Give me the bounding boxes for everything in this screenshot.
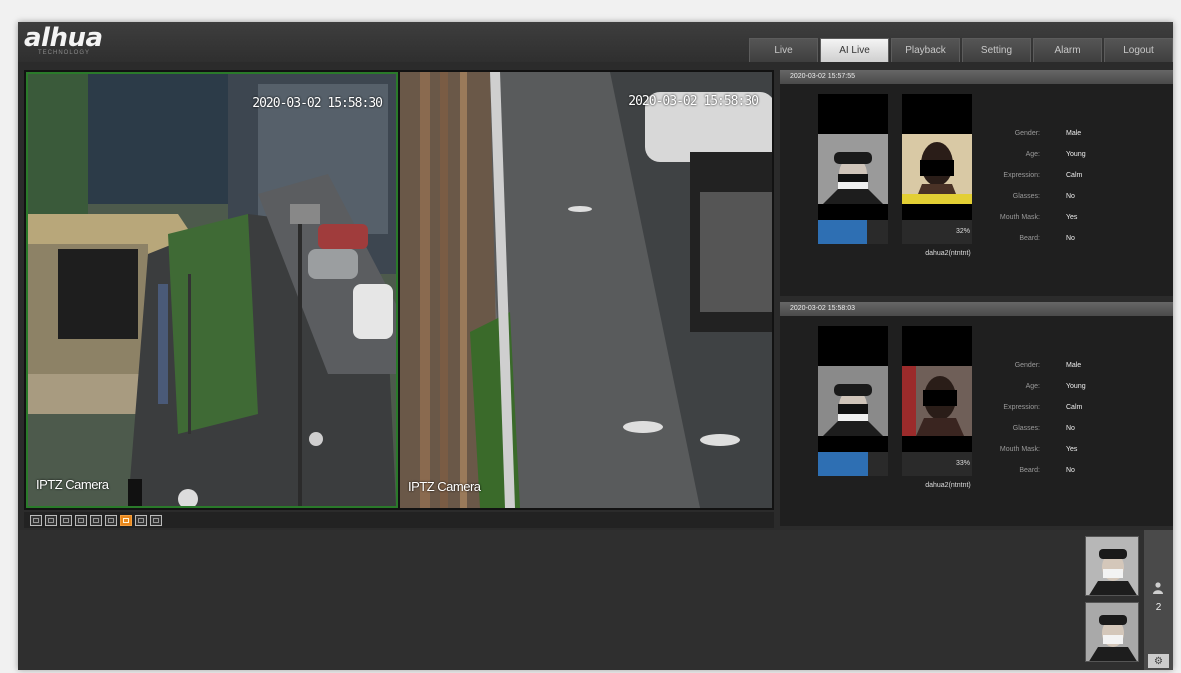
person-icon (1153, 582, 1163, 594)
attr-value-gender: Male (1066, 130, 1082, 137)
attr-label-mouth-mask: Mouth Mask: (999, 214, 1040, 221)
face-event-panel: 2020-03-02 15:57:55 32% dahua2(ntntnt) G… (780, 70, 1173, 296)
attr-value-mouth-mask: Yes (1066, 214, 1078, 221)
attr-value-beard: No (1066, 235, 1075, 242)
attr-value-expression: Calm (1066, 172, 1083, 179)
layout-1-icon[interactable] (90, 514, 102, 526)
face-snapshot-image (1086, 537, 1138, 595)
capture-quality-bar (818, 452, 888, 476)
captured-face[interactable] (818, 94, 888, 222)
attr-label-glasses: Glasses: (1012, 425, 1040, 432)
header: alhua TECHNOLOGY Live AI Live Playback S… (18, 22, 1173, 62)
captured-face[interactable] (818, 326, 888, 454)
attr-label-beard: Beard: (1019, 467, 1040, 474)
camera-name: IPTZ Camera (36, 477, 109, 492)
face-counter-column: 2 ⚙ (1144, 530, 1173, 670)
attr-value-age: Young (1066, 383, 1086, 390)
video-window-1[interactable]: 2020-03-02 15:58:30 IPTZ Camera (26, 72, 398, 508)
face-count: 2 (1155, 602, 1162, 613)
ratio-icon[interactable] (45, 514, 57, 526)
snapshot-strip: 2 ⚙ (18, 530, 1173, 670)
attr-value-glasses: No (1066, 193, 1075, 200)
video-grid: 2020-03-02 15:58:30 IPTZ Camera 2020-03-… (24, 70, 774, 510)
face-library-name: dahua2(ntntnt) (925, 482, 971, 489)
matched-face[interactable] (902, 326, 972, 454)
snapshot-icon[interactable] (60, 514, 72, 526)
attr-label-age: Age: (1025, 151, 1040, 158)
camera-feed-2 (400, 72, 772, 508)
attr-label-glasses: Glasses: (1012, 193, 1040, 200)
layout-4-icon[interactable] (120, 514, 132, 526)
gear-icon: ⚙ (1154, 655, 1163, 667)
tab-logout[interactable]: Logout (1104, 38, 1173, 62)
face-snapshot-thumbnail[interactable] (1085, 602, 1139, 662)
attr-label-mouth-mask: Mouth Mask: (999, 446, 1040, 453)
capture-quality-bar (818, 220, 888, 244)
face-snapshot-image (1086, 603, 1138, 661)
face-library-name: dahua2(ntntnt) (925, 250, 971, 257)
captured-face-image (818, 134, 888, 204)
attr-value-beard: No (1066, 467, 1075, 474)
face-attributes: Gender: Male Age: Young Expression: Calm Gl… (988, 362, 1086, 488)
matched-face[interactable] (902, 94, 972, 222)
attr-label-gender: Gender: (1014, 130, 1040, 137)
face-snapshot-thumbnail[interactable] (1085, 536, 1139, 596)
tab-setting[interactable]: Setting (962, 38, 1031, 62)
settings-button[interactable]: ⚙ (1148, 654, 1169, 668)
attr-label-beard: Beard: (1019, 235, 1040, 242)
tab-live[interactable]: Live (749, 38, 818, 62)
tab-playback[interactable]: Playback (891, 38, 960, 62)
video-window-2[interactable]: 2020-03-02 15:58:30 IPTZ Camera (400, 72, 772, 508)
face-event-panel: 2020-03-02 15:58:03 33% dahua2(ntntnt) G… (780, 302, 1173, 526)
video-timestamp: 2020-03-02 15:58:30 (628, 94, 759, 109)
main-nav: Live AI Live Playback Setting Alarm Logo… (749, 38, 1173, 62)
layout-16-icon[interactable] (150, 514, 162, 526)
attr-label-gender: Gender: (1014, 362, 1040, 369)
event-time: 2020-03-02 15:57:55 (780, 70, 1173, 84)
similarity-value: 32% (955, 228, 970, 235)
app-window: alhua TECHNOLOGY Live AI Live Playback S… (18, 22, 1173, 670)
attr-value-expression: Calm (1066, 404, 1083, 411)
attr-label-expression: Expression: (1003, 172, 1040, 179)
layout-9-icon[interactable] (135, 514, 147, 526)
matched-face-image (902, 366, 972, 436)
fullscreen-icon[interactable] (30, 514, 42, 526)
matched-face-image (902, 134, 972, 204)
face-attributes: Gender: Male Age: Young Expression: Calm Gl… (988, 130, 1086, 256)
tab-ai-live[interactable]: AI Live (820, 38, 889, 62)
similarity-value: 33% (955, 460, 970, 467)
event-time: 2020-03-02 15:58:03 (780, 302, 1173, 316)
captured-face-image (818, 366, 888, 436)
attr-label-age: Age: (1025, 383, 1040, 390)
brand-logo: alhua (24, 23, 103, 53)
video-timestamp: 2020-03-02 15:58:30 (252, 96, 383, 111)
record-icon[interactable] (75, 514, 87, 526)
attr-label-expression: Expression: (1003, 404, 1040, 411)
tab-alarm[interactable]: Alarm (1033, 38, 1102, 62)
attr-value-gender: Male (1066, 362, 1082, 369)
camera-feed-1 (28, 74, 396, 506)
brand-tagline: TECHNOLOGY (38, 50, 91, 56)
attr-value-age: Young (1066, 151, 1086, 158)
camera-name: IPTZ Camera (408, 479, 481, 494)
attr-value-glasses: No (1066, 425, 1075, 432)
layout-2-icon[interactable] (105, 514, 117, 526)
video-toolbar (24, 512, 774, 528)
attr-value-mouth-mask: Yes (1066, 446, 1078, 453)
